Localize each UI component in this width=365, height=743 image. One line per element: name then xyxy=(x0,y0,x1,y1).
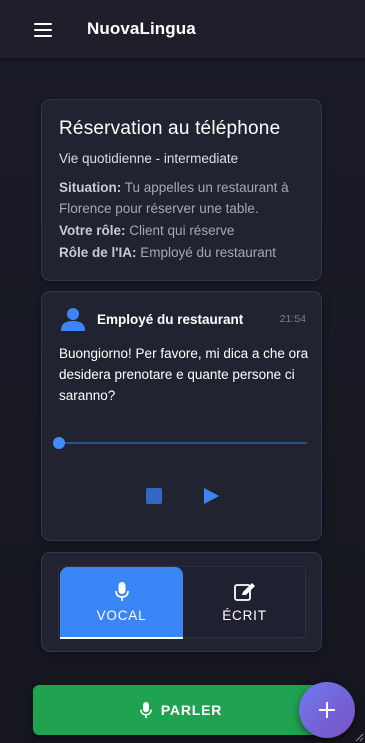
scenario-title: Réservation au téléphone xyxy=(59,118,281,139)
person-icon xyxy=(61,308,85,331)
menu-icon-line xyxy=(34,35,52,37)
scenario-user-role: Votre rôle: Client qui réserve xyxy=(59,220,309,241)
resize-grip-icon xyxy=(355,733,364,742)
audio-progress-thumb[interactable] xyxy=(53,437,65,449)
scenario-ai-role: Rôle de l'IA: Employé du restaurant xyxy=(59,242,309,263)
scenario-card: Réservation au téléphone Vie quotidienne… xyxy=(41,99,322,281)
mode-ecrit-label: ÉCRIT xyxy=(222,607,267,623)
ai-role-text: Employé du restaurant xyxy=(140,245,277,260)
mode-ecrit-button[interactable]: ÉCRIT xyxy=(183,567,306,637)
situation-label: Situation: xyxy=(59,180,122,195)
menu-icon-line xyxy=(34,23,52,25)
message-text: Buongiorno! Per favore, mi dica a che or… xyxy=(59,346,309,403)
speak-button-label: PARLER xyxy=(160,702,223,718)
message-sender: Employé du restaurant xyxy=(97,312,244,327)
audio-progress-track[interactable] xyxy=(59,442,307,444)
edit-icon xyxy=(233,582,255,601)
add-fab-button[interactable] xyxy=(299,682,355,738)
microphone-icon xyxy=(114,581,129,601)
plus-icon xyxy=(319,702,335,718)
microphone-icon xyxy=(139,701,152,718)
speak-button[interactable]: PARLER xyxy=(33,685,329,735)
role-label: Votre rôle: xyxy=(59,223,126,238)
app-bar: NuovaLingua xyxy=(0,0,365,58)
message-card: Employé du restaurant 21:54 Buongiorno! … xyxy=(41,291,322,541)
mode-vocal-button[interactable]: VOCAL xyxy=(60,567,183,639)
role-text: Client qui réserve xyxy=(129,223,235,238)
app-title: NuovaLingua xyxy=(87,19,196,38)
message-time: 21:54 xyxy=(279,313,306,325)
play-icon[interactable] xyxy=(202,487,220,505)
menu-icon[interactable] xyxy=(34,23,52,37)
stop-button[interactable] xyxy=(146,488,162,504)
input-mode-toggle: VOCAL ÉCRIT xyxy=(58,566,306,639)
mode-vocal-label: VOCAL xyxy=(96,607,147,623)
input-mode-card: VOCAL ÉCRIT xyxy=(41,552,322,652)
ai-role-label: Rôle de l'IA: xyxy=(59,245,137,260)
menu-icon-line xyxy=(34,29,52,31)
scenario-situation: Situation: Tu appelles un restaurant à F… xyxy=(59,177,309,219)
scenario-subtitle: Vie quotidienne - intermediate xyxy=(59,151,239,166)
